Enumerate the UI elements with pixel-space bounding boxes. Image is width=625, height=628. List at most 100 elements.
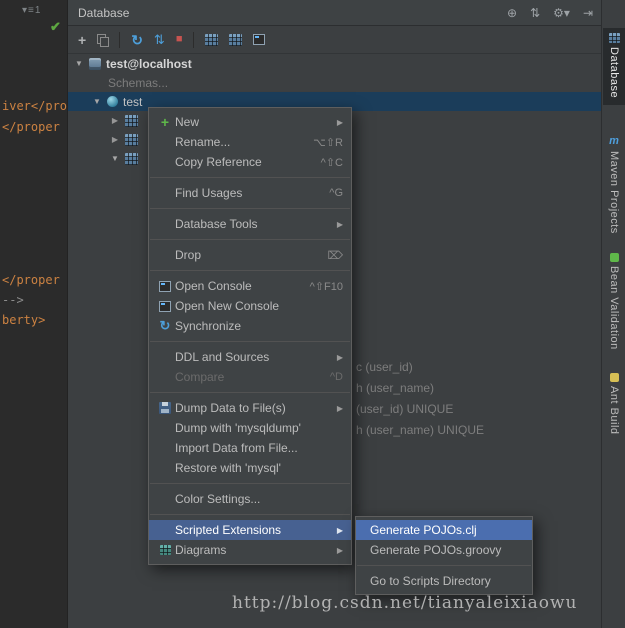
gear-menu-icon[interactable]: ⚙▾ xyxy=(553,6,570,20)
tab-bean-validation[interactable]: Bean Validation xyxy=(603,248,625,357)
menu-separator xyxy=(150,483,350,484)
menu-item-label: Open Console xyxy=(175,279,252,293)
menu-item-scripted-extensions[interactable]: Scripted Extensions ▶ xyxy=(149,520,351,540)
menu-item-find-usages[interactable]: Find Usages ^G xyxy=(149,183,351,203)
menu-item-dump-with-mysqldump[interactable]: Dump with 'mysqldump' xyxy=(149,418,351,438)
tab-ant-build[interactable]: Ant Build xyxy=(603,368,625,442)
tree-node-index-fragment[interactable]: h (user_name) UNIQUE xyxy=(356,423,484,437)
menu-item-open-new-console[interactable]: Open New Console xyxy=(149,296,351,316)
menu-item-label: New xyxy=(175,115,200,129)
menu-item-label: Synchronize xyxy=(175,319,242,333)
menu-separator xyxy=(150,341,350,342)
menu-item-synchronize[interactable]: ↻ Synchronize xyxy=(149,316,351,336)
code-line: --> xyxy=(2,293,24,307)
panel-header: Database ⊕ ⇅ ⚙▾ ⇥ xyxy=(68,0,601,26)
console-icon xyxy=(159,300,171,312)
menu-item-label: Compare xyxy=(175,370,225,384)
synchronize-icon[interactable]: ↻ xyxy=(131,33,143,47)
ant-build-icon xyxy=(609,373,619,382)
new-plus-icon: + xyxy=(160,114,170,130)
menu-item-label: Database Tools xyxy=(175,217,258,231)
collapse-arrow-icon[interactable]: ▶ xyxy=(110,116,120,125)
context-menu: + New ▶ Rename... ⌥⇧R Copy Reference ^⇧C… xyxy=(148,107,352,565)
menu-item-label: Color Settings... xyxy=(175,492,261,506)
menu-separator xyxy=(150,392,350,393)
bean-validation-icon xyxy=(609,253,619,262)
menu-item-label: Dump with 'mysqldump' xyxy=(175,421,301,435)
table-view-icon[interactable] xyxy=(205,33,219,46)
panel-title: Database xyxy=(78,5,130,20)
hide-panel-icon[interactable]: ⇥ xyxy=(583,6,593,20)
panel-toolbar: + ↻ ⇅ ■ xyxy=(68,26,601,54)
tree-node-datasource[interactable]: ▼ test@localhost xyxy=(68,54,601,73)
edit-data-icon[interactable] xyxy=(229,33,243,46)
table-icon xyxy=(125,133,138,146)
submenu-item-generate-pojos-groovy[interactable]: Generate POJOs.groovy xyxy=(356,540,532,560)
copy-data-source-icon[interactable] xyxy=(97,33,110,47)
menu-item-ddl-and-sources[interactable]: DDL and Sources ▶ xyxy=(149,347,351,367)
menu-separator xyxy=(150,177,350,178)
editor-fold-controls[interactable]: ▾≡1 xyxy=(22,5,41,16)
menu-item-new[interactable]: + New ▶ xyxy=(149,112,351,132)
diagram-icon xyxy=(159,545,171,555)
menu-item-label: Restore with 'mysql' xyxy=(175,461,281,475)
expand-arrow-icon[interactable]: ▼ xyxy=(110,154,120,163)
menu-item-import-data-from-file[interactable]: Import Data from File... xyxy=(149,438,351,458)
tree-node-index-fragment[interactable]: c (user_id) xyxy=(356,360,413,374)
tool-window-bar: Database m Maven Projects Bean Validatio… xyxy=(601,0,625,628)
stop-icon[interactable]: ■ xyxy=(176,34,183,45)
scripted-extensions-submenu: Generate POJOs.clj Generate POJOs.groovy… xyxy=(355,516,533,595)
menu-separator xyxy=(150,239,350,240)
maven-icon: m xyxy=(609,135,619,147)
menu-item-label: DDL and Sources xyxy=(175,350,270,364)
tree-node-index-fragment[interactable]: (user_id) UNIQUE xyxy=(356,402,453,416)
tab-maven-projects[interactable]: m Maven Projects xyxy=(603,130,625,241)
submenu-item-generate-pojos-clj[interactable]: Generate POJOs.clj xyxy=(356,520,532,540)
menu-item-label: Open New Console xyxy=(175,299,280,313)
submenu-arrow-icon: ▶ xyxy=(336,403,343,413)
menu-item-color-settings[interactable]: Color Settings... xyxy=(149,489,351,509)
menu-item-copy-reference[interactable]: Copy Reference ^⇧C xyxy=(149,152,351,172)
menu-item-label: Diagrams xyxy=(175,543,227,557)
tab-label: Bean Validation xyxy=(608,266,620,350)
scroll-from-source-icon[interactable]: ⇅ xyxy=(530,6,540,20)
code-line: </proper xyxy=(2,120,60,134)
menu-item-diagrams[interactable]: Diagrams ▶ xyxy=(149,540,351,560)
menu-item-database-tools[interactable]: Database Tools ▶ xyxy=(149,214,351,234)
tree-node-schemas[interactable]: Schemas... xyxy=(68,73,601,92)
menu-separator xyxy=(150,208,350,209)
toolbar-separator xyxy=(119,31,121,48)
tab-database[interactable]: Database xyxy=(603,28,625,106)
tree-node-index-fragment[interactable]: h (user_name) xyxy=(356,381,434,395)
settings-circle-icon[interactable]: ⊕ xyxy=(507,6,517,20)
collapse-arrow-icon[interactable]: ▶ xyxy=(110,135,120,144)
tab-label: Maven Projects xyxy=(608,151,620,234)
expand-arrow-icon[interactable]: ▼ xyxy=(74,59,84,68)
menu-item-shortcut: ⌥⇧R xyxy=(313,136,343,149)
submenu-item-go-to-scripts-directory[interactable]: Go to Scripts Directory xyxy=(356,571,532,591)
open-console-icon[interactable] xyxy=(253,34,266,45)
menu-item-label: Copy Reference xyxy=(175,155,262,169)
tab-label: Database xyxy=(608,47,620,99)
inspection-status-check-icon[interactable]: ✔ xyxy=(50,19,61,35)
menu-item-compare: Compare ^D xyxy=(149,367,351,387)
menu-item-label: Import Data from File... xyxy=(175,441,298,455)
expand-arrow-icon[interactable]: ▼ xyxy=(92,97,102,106)
database-icon xyxy=(89,57,101,70)
code-line: </proper xyxy=(2,273,60,287)
table-icon xyxy=(125,152,138,165)
submenu-arrow-icon: ▶ xyxy=(336,219,343,229)
submenu-arrow-icon: ▶ xyxy=(336,117,343,127)
menu-item-open-console[interactable]: Open Console ^⇧F10 xyxy=(149,276,351,296)
menu-item-dump-data-to-files[interactable]: Dump Data to File(s) ▶ xyxy=(149,398,351,418)
menu-item-label: Find Usages xyxy=(175,186,243,200)
ide-window: ▾≡1 ✔ iver</pro </proper </proper --> be… xyxy=(0,0,625,628)
menu-item-rename[interactable]: Rename... ⌥⇧R xyxy=(149,132,351,152)
submit-changes-icon[interactable]: ⇅ xyxy=(154,33,165,46)
menu-separator xyxy=(357,565,531,566)
editor-strip: ▾≡1 ✔ iver</pro </proper </proper --> be… xyxy=(0,0,68,628)
menu-item-drop[interactable]: Drop ⌦ xyxy=(149,245,351,265)
menu-item-restore-with-mysql[interactable]: Restore with 'mysql' xyxy=(149,458,351,478)
code-line: iver</pro xyxy=(2,99,68,113)
add-data-source-icon[interactable]: + xyxy=(78,33,86,47)
